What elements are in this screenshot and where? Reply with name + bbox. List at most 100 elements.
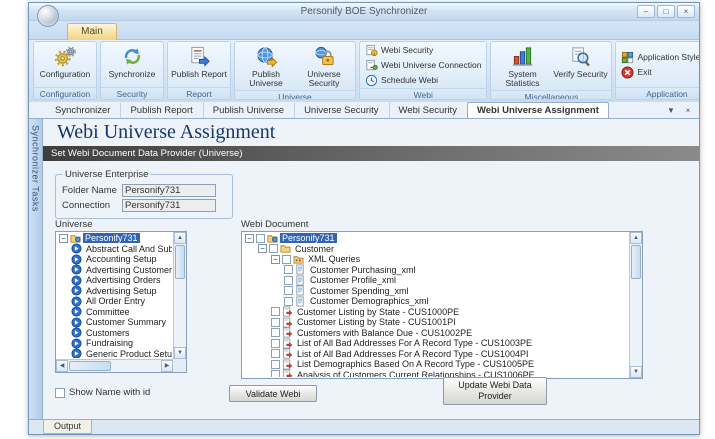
tree-item[interactable]: Generic Product Setup [57,349,172,359]
universe-security-button[interactable]: Universe Security [296,43,352,89]
checkbox[interactable] [271,328,280,337]
application-style-button[interactable]: Application Style▼ [619,50,699,64]
scroll-down-button[interactable]: ▼ [630,366,642,378]
schedule-webi-button[interactable]: Schedule Webi [363,73,440,87]
tree-item[interactable]: Customer Demographics_xml [243,296,628,307]
tree-item[interactable]: Customer Spending_xml [243,286,628,297]
scroll-up-button[interactable]: ▲ [630,232,642,244]
tree-item-label: Customer Profile_xml [308,275,398,285]
ribbon-button-label: Schedule Webi [381,75,438,85]
verify-security-button[interactable]: Verify Security [552,43,608,79]
scroll-down-button[interactable]: ▼ [174,347,186,359]
checkbox[interactable] [271,349,280,358]
tree-item-label: XML Queries [306,254,362,264]
checkbox[interactable] [271,360,280,369]
checkbox[interactable] [284,265,293,274]
tree-item[interactable]: All Order Entry [57,296,172,307]
folder-name-input[interactable] [122,184,216,197]
webi-security-button[interactable]: Webi Security [363,43,435,57]
ribbon-button-label: Application Style [637,52,699,62]
connection-input[interactable] [122,199,216,212]
checkbox[interactable] [271,370,280,377]
scrollbar-thumb[interactable] [69,361,111,371]
checkbox[interactable] [284,276,293,285]
tree-item[interactable]: List Demographics Based On A Record Type… [243,359,628,370]
tab-publish-universe[interactable]: Publish Universe [203,102,294,118]
checkbox[interactable] [284,286,293,295]
tree-item[interactable]: List of All Bad Addresses For A Record T… [243,338,628,349]
tree-item[interactable]: Customer Summary [57,317,172,328]
universe-panel-label: Universe [55,219,93,230]
scroll-left-button[interactable]: ◀ [56,360,68,372]
scrollbar-thumb[interactable] [175,245,185,279]
tree-item[interactable]: −Personify731 [243,233,628,244]
tree-item[interactable]: List of All Bad Addresses For A Record T… [243,349,628,360]
tree-item[interactable]: Committee [57,307,172,318]
ribbon-tab-main[interactable]: Main [67,23,117,40]
checkbox[interactable] [256,234,265,243]
tree-item[interactable]: Fundraising [57,338,172,349]
tree-item[interactable]: Customers with Balance Due - CUS1002PE [243,328,628,339]
publish-report-icon [188,45,211,68]
tab-output[interactable]: Output [43,420,92,434]
tree-item[interactable]: Abstract Call And Submi [57,244,172,255]
checkbox[interactable] [284,297,293,306]
minimize-button[interactable]: – [637,5,655,18]
tab-publish-report[interactable]: Publish Report [120,102,202,118]
checkbox[interactable] [282,255,291,264]
expander-icon[interactable]: − [258,244,267,253]
tab-webi-security[interactable]: Webi Security [389,102,467,118]
tree-item[interactable]: Advertising Customer [57,265,172,276]
checkbox[interactable] [269,244,278,253]
application-orb-icon[interactable] [37,5,59,27]
checkbox[interactable] [271,307,280,316]
expander-icon[interactable]: − [245,234,254,243]
tree-item[interactable]: Customer Profile_xml [243,275,628,286]
tree-item[interactable]: Customer Purchasing_xml [243,265,628,276]
checkbox[interactable] [271,339,280,348]
expander-icon[interactable]: − [59,234,68,243]
scrollbar-track[interactable] [112,360,161,372]
validate-webi-button[interactable]: Validate Webi [229,385,317,402]
tab-list-dropdown-button[interactable]: ▼ [664,104,678,117]
tree-item[interactable]: Advertising Setup [57,286,172,297]
vertical-scrollbar[interactable]: ▲ ▼ [629,232,642,378]
scrollbar-track[interactable] [630,280,642,366]
horizontal-scrollbar[interactable]: ◀ ▶ [56,359,173,372]
sidebar-synchronizer-tasks[interactable]: Synchronizer Tasks [29,119,43,419]
tree-item[interactable]: − XML Queries [243,254,628,265]
maximize-button[interactable]: □ [657,5,675,18]
tree-item[interactable]: Customer Listing by State - CUS1000PE [243,307,628,318]
publish-report-button[interactable]: Publish Report [171,43,227,79]
tree-item[interactable]: −Customer [243,244,628,255]
tree-item[interactable]: −Personify731 [57,233,172,244]
expander-icon[interactable]: − [271,255,280,264]
update-webi-data-provider-button[interactable]: Update Webi Data Provider [443,377,547,405]
exit-button[interactable]: Exit [619,65,653,79]
titlebar[interactable]: Personify BOE Synchronizer –□× [29,3,699,21]
configuration-button[interactable]: Configuration [37,43,93,79]
checkbox[interactable] [271,318,280,327]
tree-item[interactable]: Customers [57,328,172,339]
tree-item[interactable]: Accounting Setup [57,254,172,265]
tree-item[interactable]: Customer Listing by State - CUS1001PI [243,317,628,328]
universe-root-icon [267,233,278,244]
scrollbar-thumb[interactable] [631,245,641,279]
tree-item[interactable]: Analysis of Customers Current Relationsh… [243,370,628,378]
scroll-right-button[interactable]: ▶ [161,360,173,372]
vertical-scrollbar[interactable]: ▲ ▼ [173,232,186,359]
system-statistics-button[interactable]: System Statistics [494,43,550,89]
close-button[interactable]: × [677,5,695,18]
tab-synchronizer[interactable]: Synchronizer [45,102,120,118]
scrollbar-track[interactable] [174,280,186,347]
tab-webi-universe-assignment[interactable]: Webi Universe Assignment [467,102,609,118]
tree-item[interactable]: Advertising Orders [57,275,172,286]
synchronize-button[interactable]: Synchronize [104,43,160,79]
tab-universe-security[interactable]: Universe Security [294,102,388,118]
scroll-up-button[interactable]: ▲ [174,232,186,244]
publish-universe-button[interactable]: Publish Universe [238,43,294,89]
checkbox-box[interactable] [55,388,65,398]
close-tab-button[interactable]: × [681,104,695,117]
show-name-with-id-checkbox[interactable]: Show Name with id [55,387,150,398]
webi-universe-connection-button[interactable]: Webi Universe Connection [363,58,483,72]
